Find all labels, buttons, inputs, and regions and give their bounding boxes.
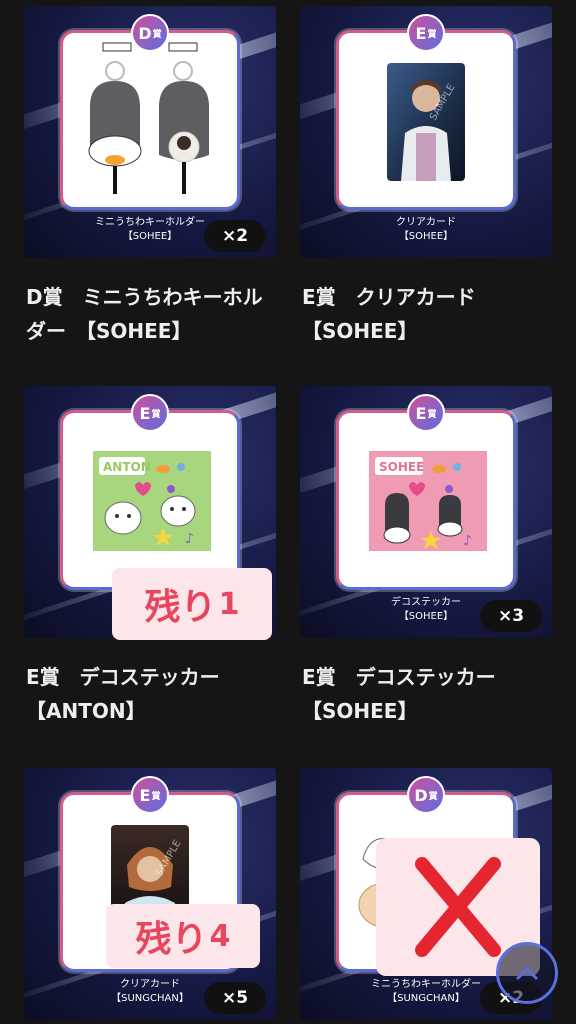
remaining-count-badge: 残り 1 bbox=[112, 568, 272, 640]
item-title[interactable]: E賞 デコステッカー 【ANTON】 bbox=[26, 660, 278, 728]
grade-badge: E賞 bbox=[131, 776, 169, 814]
prize-card-d-keyholder-sohee[interactable]: D賞 ミニうちわキーホルダー 【SOHEE】 ×2 bbox=[24, 6, 276, 258]
keyholder-image bbox=[88, 42, 209, 194]
prize-card-e-clearcard-sungchan[interactable]: E賞 SAMPLE クリアカード 【SUNGCHAN】 ×5 bbox=[24, 768, 276, 1020]
sticker-sheet-image: ANTON ♪ bbox=[93, 451, 211, 551]
music-note-icon: ♪ bbox=[185, 531, 194, 547]
sticker-name-label: SOHEE bbox=[379, 460, 424, 474]
product-image-frame: SOHEE ♪ bbox=[336, 410, 516, 590]
prize-card-e-sticker-sohee[interactable]: E賞 SOHEE ♪ デコステッカー 【SOHEE】 ×3 bbox=[300, 386, 552, 638]
item-title[interactable]: E賞 クリアカード 【SOHEE】 bbox=[302, 280, 554, 348]
clear-card-photo: SAMPLE bbox=[387, 63, 465, 181]
grade-badge: D賞 bbox=[407, 776, 445, 814]
grade-badge: E賞 bbox=[407, 14, 445, 52]
chevron-up-icon bbox=[515, 966, 539, 981]
product-image-frame: SAMPLE bbox=[336, 30, 516, 210]
music-note-icon: ♪ bbox=[463, 533, 472, 549]
sticker-name-label: ANTON bbox=[103, 460, 151, 474]
quantity-pill: ×5 bbox=[204, 982, 266, 1014]
item-title[interactable]: D賞 ミニうちわキーホルダー 【SOHEE】 bbox=[26, 280, 278, 348]
grade-badge: E賞 bbox=[407, 394, 445, 432]
item-caption: クリアカード 【SOHEE】 bbox=[396, 217, 456, 242]
remaining-count-badge: 残り 4 bbox=[106, 904, 260, 968]
grade-badge: E賞 bbox=[131, 394, 169, 432]
product-image-frame bbox=[60, 30, 240, 210]
prize-card-e-clearcard-sohee[interactable]: E賞 SAMPLE クリアカード 【SOHEE】 bbox=[300, 6, 552, 258]
grade-badge: D賞 bbox=[131, 14, 169, 52]
item-title[interactable]: E賞 デコステッカー 【SOHEE】 bbox=[302, 660, 554, 728]
quantity-pill: ×3 bbox=[480, 600, 542, 632]
product-image-frame: ANTON ♪ bbox=[60, 410, 240, 590]
scroll-top-button[interactable] bbox=[496, 942, 558, 1004]
sticker-sheet-image: SOHEE ♪ bbox=[369, 451, 487, 551]
quantity-pill: ×2 bbox=[204, 220, 266, 252]
